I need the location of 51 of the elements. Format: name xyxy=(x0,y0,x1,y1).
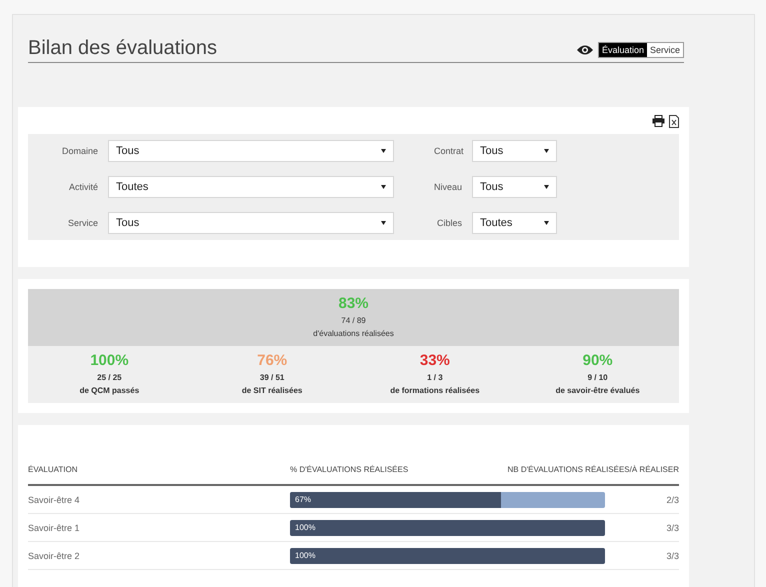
excel-icon[interactable] xyxy=(669,115,679,128)
percent-value: 76% xyxy=(256,352,288,369)
filter-select[interactable]: Tous xyxy=(472,176,557,198)
stat-caption: de QCM passés xyxy=(78,386,140,395)
count-value: 1 / 3 xyxy=(426,373,444,382)
filter-select[interactable]: Tous xyxy=(472,140,557,162)
table-cell-text: Savoir-être 1 xyxy=(28,522,81,532)
eye-icon xyxy=(576,44,594,56)
percent-value: 83% xyxy=(337,295,370,312)
caret-icon xyxy=(381,149,386,153)
filter-select[interactable]: Toutes xyxy=(472,212,557,234)
table-cell-text: 3/3 xyxy=(665,550,679,560)
stat-caption: de formations réalisées xyxy=(389,386,481,395)
count-value: 25 / 25 xyxy=(96,373,123,382)
column-header: ÉVALUATION xyxy=(28,465,78,474)
caret-icon xyxy=(381,221,386,225)
percent-value: 100% xyxy=(89,352,130,369)
table-cell-text: Savoir-être 2 xyxy=(28,550,81,560)
filter-select[interactable]: Toutes xyxy=(108,176,394,198)
filter-label: Niveau xyxy=(434,182,462,192)
progress-fill: 100% xyxy=(290,548,605,564)
view-tab[interactable]: Service xyxy=(646,43,683,57)
filter-label: Cibles xyxy=(436,218,462,228)
filter-label: Contrat xyxy=(434,146,462,156)
caret-icon xyxy=(544,185,549,189)
column-header: NB D'ÉVALUATIONS RÉALISÉES/À RÉALISER xyxy=(506,465,679,474)
column-header: % D'ÉVALUATIONS RÉALISÉES xyxy=(290,465,410,474)
percent-value: 90% xyxy=(582,352,614,369)
progress-fill: 100% xyxy=(290,520,605,536)
caret-icon xyxy=(544,149,549,153)
table-cell-text: 3/3 xyxy=(665,522,679,532)
count-value: 74 / 89 xyxy=(340,316,367,325)
count-value: 39 / 51 xyxy=(258,373,286,382)
table-cell-text: 2/3 xyxy=(665,494,679,504)
count-value: 9 / 10 xyxy=(586,373,609,382)
filter-select[interactable]: Tous xyxy=(108,140,394,162)
filter-label: Domaine xyxy=(60,146,98,156)
caret-icon xyxy=(381,185,386,189)
filter-label: Service xyxy=(66,218,98,228)
filter-label: Activité xyxy=(68,182,98,192)
view-tab[interactable]: Évaluation xyxy=(598,43,647,57)
caret-icon xyxy=(544,221,549,225)
page-title: Bilan des évaluations xyxy=(28,37,218,60)
percent-value: 33% xyxy=(418,352,451,369)
stat-caption: de savoir-être évalués xyxy=(554,386,641,395)
table-cell-text: Savoir-être 4 xyxy=(28,494,81,504)
filter-select[interactable]: Tous xyxy=(108,212,394,234)
stat-caption: d'évaluations réalisées xyxy=(312,329,395,338)
progress-fill: 67% xyxy=(290,492,502,508)
print-icon[interactable] xyxy=(652,115,665,127)
stat-caption: de SIT réalisées xyxy=(240,386,304,395)
